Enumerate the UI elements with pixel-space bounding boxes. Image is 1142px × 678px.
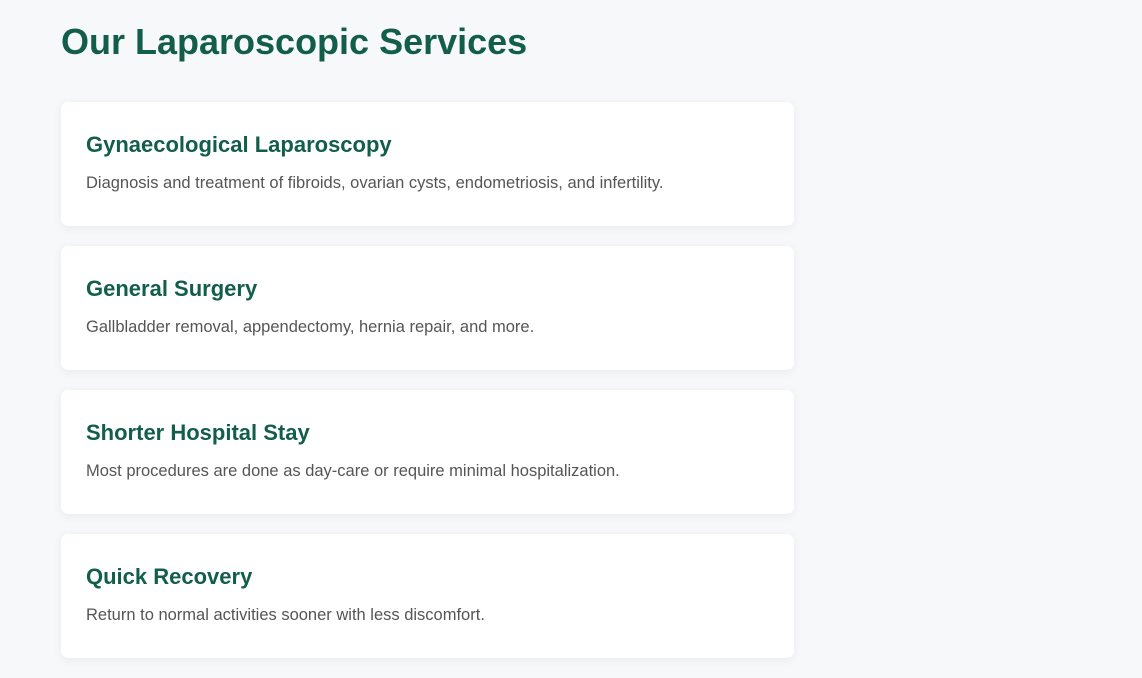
services-list: Gynaecological Laparoscopy Diagnosis and…: [61, 102, 794, 658]
service-card-title: Gynaecological Laparoscopy: [86, 132, 392, 157]
service-card-title: Quick Recovery: [86, 564, 253, 589]
service-card-quick-recovery: Quick Recovery Return to normal activiti…: [61, 534, 794, 658]
service-card-general-surgery: General Surgery Gallbladder removal, app…: [61, 246, 794, 370]
service-card-description: Most procedures are done as day-care or …: [86, 462, 620, 480]
service-card-shorter-hospital-stay: Shorter Hospital Stay Most procedures ar…: [61, 390, 794, 514]
section-title: Our Laparoscopic Services: [61, 21, 528, 62]
service-card-title: General Surgery: [86, 276, 258, 301]
service-card-description: Gallbladder removal, appendectomy, herni…: [86, 318, 535, 336]
page: Our Laparoscopic Services Gynaecological…: [0, 0, 1142, 678]
service-card-description: Return to normal activities sooner with …: [86, 606, 485, 624]
service-card-title: Shorter Hospital Stay: [86, 420, 310, 445]
service-card-gynaecological-laparoscopy: Gynaecological Laparoscopy Diagnosis and…: [61, 102, 794, 226]
service-card-description: Diagnosis and treatment of fibroids, ova…: [86, 174, 664, 192]
